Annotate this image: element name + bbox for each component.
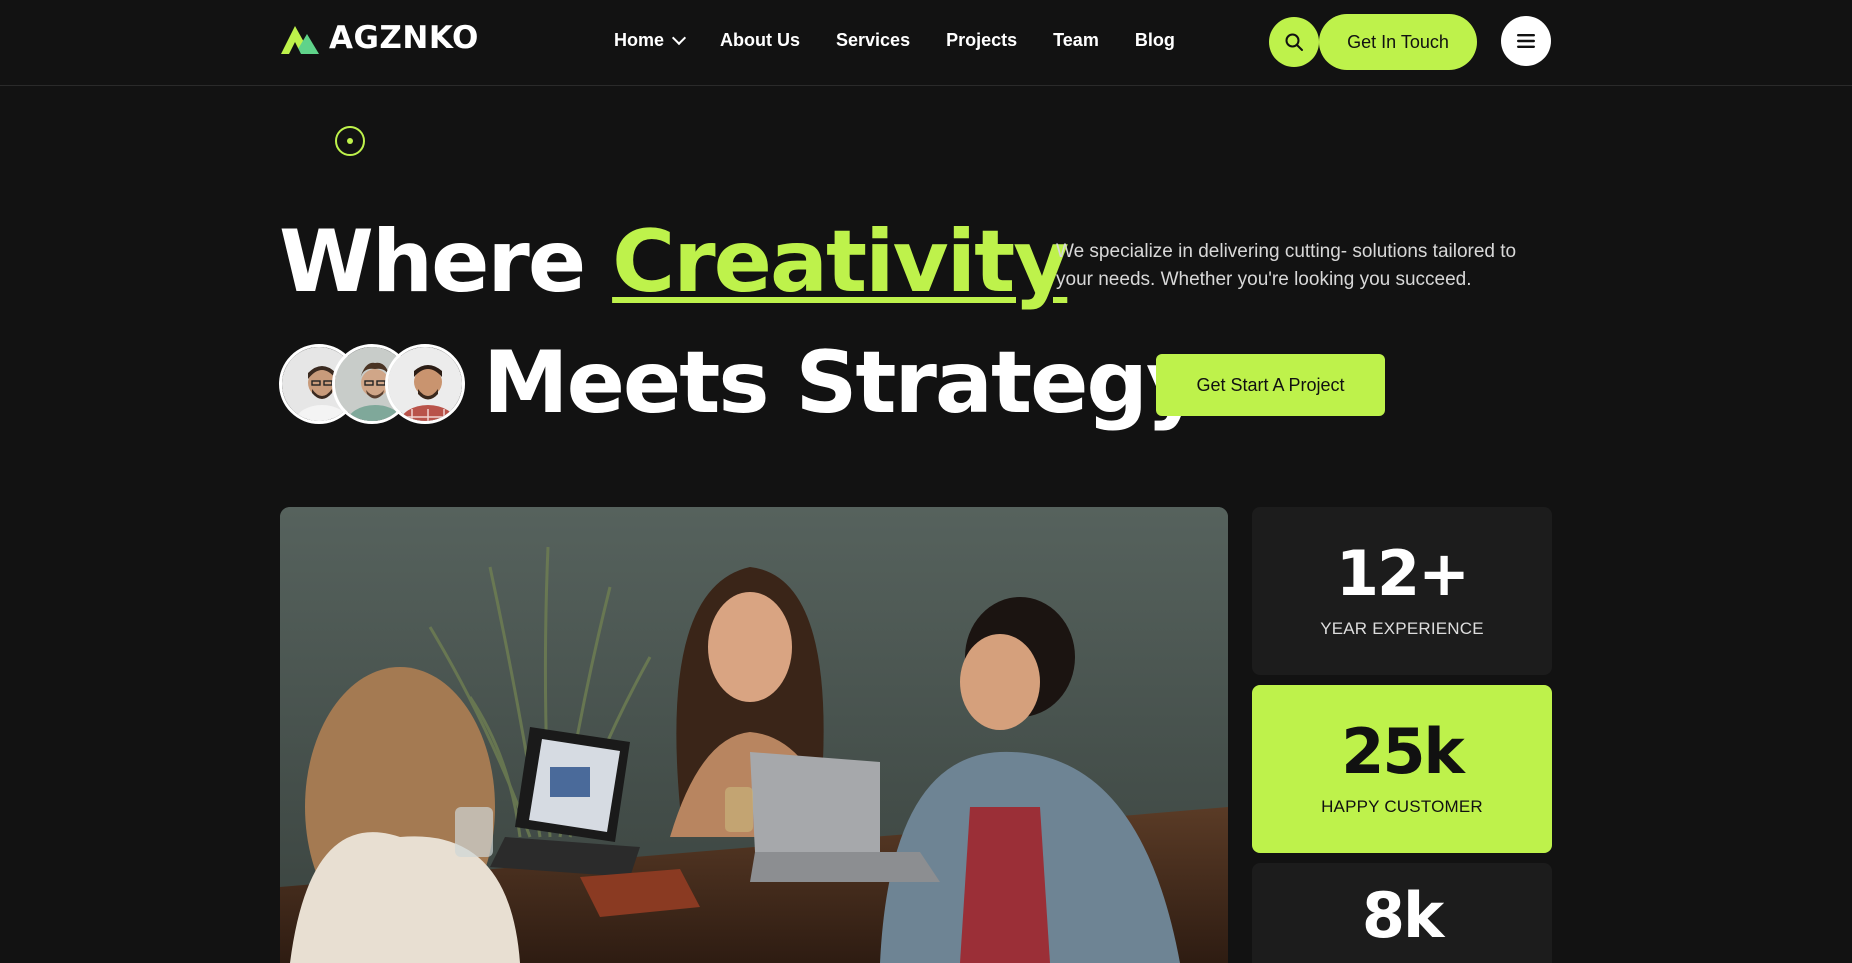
logo-text: AGZNKO: [329, 20, 479, 56]
search-icon: [1285, 33, 1303, 51]
stat-card-customers: 25k HAPPY CUSTOMER: [1252, 685, 1552, 853]
hero-heading-accent: Creativity: [612, 212, 1069, 312]
get-in-touch-button[interactable]: Get In Touch: [1319, 14, 1477, 70]
hero-heading-line-2: Meets Strategy: [483, 333, 1202, 433]
team-meeting-photo: [280, 507, 1228, 963]
hero-heading-line-1: Where Creativity: [279, 219, 1069, 305]
avatar: [385, 344, 465, 424]
hamburger-icon: [1517, 34, 1535, 48]
decorative-dot-icon: [335, 126, 365, 156]
nav-home-label: Home: [614, 30, 665, 50]
nav-services[interactable]: Services: [836, 30, 910, 51]
site-header: AGZNKO Home About Us Services Projects T…: [0, 0, 1852, 86]
get-start-project-button[interactable]: Get Start A Project: [1156, 354, 1385, 416]
nav-home[interactable]: Home: [614, 30, 687, 51]
stat-label: HAPPY CUSTOMER: [1321, 797, 1483, 816]
menu-button[interactable]: [1501, 16, 1551, 66]
team-avatars: [279, 344, 465, 424]
stat-value: 8k: [1361, 879, 1444, 952]
nav-about-us[interactable]: About Us: [720, 30, 800, 51]
logo[interactable]: AGZNKO: [279, 20, 479, 56]
chevron-down-icon: [671, 30, 687, 45]
nav-team[interactable]: Team: [1053, 30, 1099, 51]
hero-heading-start: Where: [279, 212, 613, 312]
nav-blog[interactable]: Blog: [1135, 30, 1175, 51]
stat-card-experience: 12+ YEAR EXPERIENCE: [1252, 507, 1552, 675]
logo-icon: [281, 26, 319, 54]
nav-projects[interactable]: Projects: [946, 30, 1017, 51]
stat-label: YEAR EXPERIENCE: [1320, 619, 1484, 638]
search-button[interactable]: [1269, 17, 1319, 67]
stat-card-third: 8k: [1252, 863, 1552, 963]
stat-value: 25k: [1341, 715, 1465, 788]
hero-description: We specialize in delivering cutting- sol…: [1056, 241, 1517, 290]
main-nav: Home About Us Services Projects Team Blo…: [614, 30, 1175, 51]
stat-value: 12+: [1335, 537, 1470, 610]
